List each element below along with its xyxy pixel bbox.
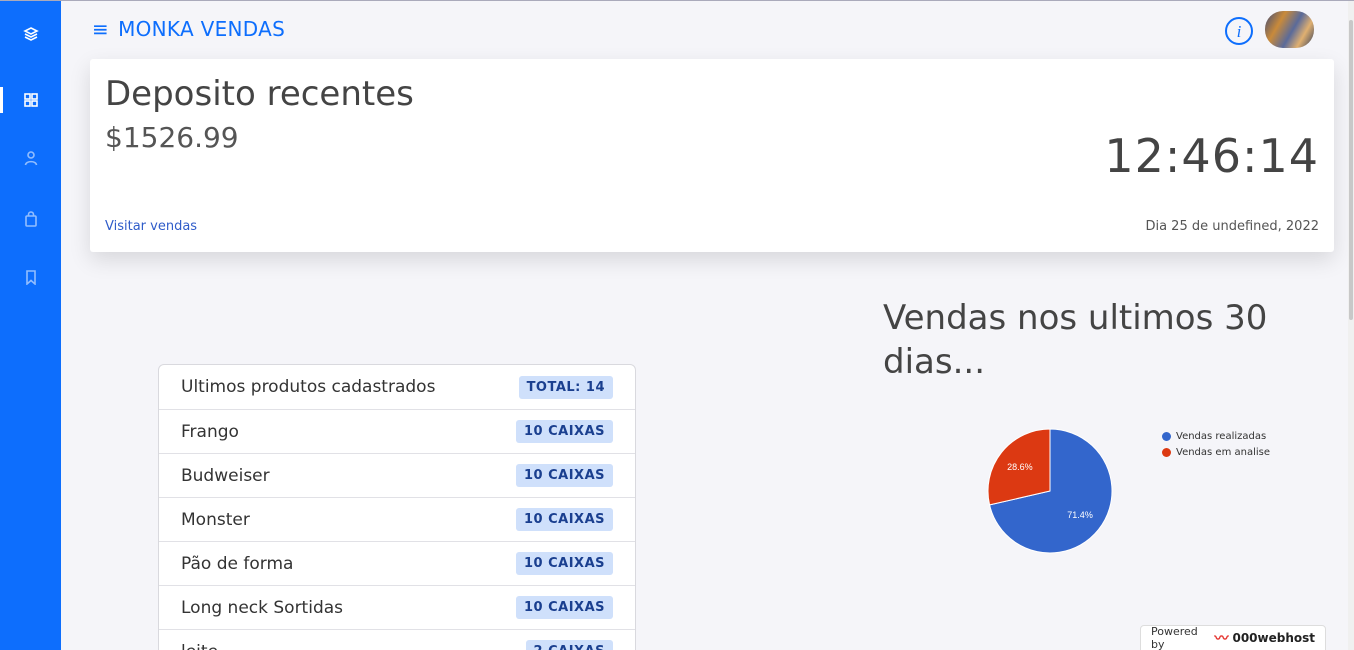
- chart-legend: Vendas realizadas Vendas em analise: [1162, 428, 1270, 460]
- list-item: leite 2 CAIXAS: [159, 629, 635, 650]
- sales-chart-title: Vendas nos ultimos 30 dias...: [883, 298, 1268, 382]
- bag-icon: [24, 211, 37, 227]
- quantity-badge: 2 CAIXAS: [525, 640, 613, 650]
- pie-slice-label: 71.4%: [1067, 510, 1093, 520]
- grid-icon: [23, 93, 38, 107]
- list-item: Monster 10 CAIXAS: [159, 497, 635, 541]
- list-header: Ultimos produtos cadastrados TOTAL: 14: [159, 365, 635, 409]
- host-name: 000webhost: [1232, 631, 1315, 645]
- menu-icon[interactable]: ≡: [92, 19, 109, 39]
- quantity-badge: 10 CAIXAS: [515, 464, 613, 487]
- bookmark-icon: [25, 270, 36, 285]
- legend-label: Vendas em analise: [1176, 446, 1271, 458]
- scrollbar-thumb[interactable]: [1349, 20, 1353, 320]
- deposit-card: Deposito recentes $1526.99 12:46:14 Visi…: [90, 59, 1334, 252]
- avatar[interactable]: [1265, 11, 1314, 48]
- list-item-label: Pão de forma: [181, 553, 294, 574]
- quantity-badge: 10 CAIXAS: [515, 596, 613, 619]
- sidebar-item-saved[interactable]: [0, 262, 61, 292]
- deposit-amount: $1526.99: [105, 121, 239, 154]
- powered-by-badge[interactable]: Powered by 〰 000webhost: [1140, 625, 1326, 650]
- legend-label: Vendas realizadas: [1176, 430, 1267, 442]
- layers-icon: [22, 27, 39, 41]
- list-item: Long neck Sortidas 10 CAIXAS: [159, 585, 635, 629]
- list-item-label: Monster: [181, 509, 250, 530]
- list-item: Frango 10 CAIXAS: [159, 409, 635, 453]
- user-icon: [24, 151, 37, 166]
- deposit-title: Deposito recentes: [105, 74, 414, 114]
- svg-text:i: i: [1237, 22, 1242, 41]
- powered-label: Powered by: [1151, 625, 1198, 650]
- legend-item: Vendas em analise: [1162, 444, 1270, 460]
- clock: 12:46:14: [1104, 129, 1319, 183]
- sidebar-item-users[interactable]: [0, 143, 61, 173]
- brand[interactable]: ≡ MONKA VENDAS: [92, 17, 285, 41]
- total-badge: TOTAL: 14: [518, 375, 613, 399]
- current-date: Dia 25 de undefined, 2022: [1145, 219, 1319, 234]
- sidebar: [0, 0, 61, 650]
- sidebar-item-dashboard[interactable]: [0, 85, 61, 115]
- scrollbar[interactable]: [1348, 0, 1354, 650]
- sidebar-item-home[interactable]: [0, 19, 61, 49]
- visit-sales-link[interactable]: Visitar vendas: [105, 219, 197, 234]
- list-item-label: Frango: [181, 421, 239, 442]
- list-item: Budweiser 10 CAIXAS: [159, 453, 635, 497]
- legend-dot: [1162, 447, 1171, 457]
- sales-pie-chart: 71.4% 28.6%: [987, 428, 1113, 554]
- sidebar-item-products[interactable]: [0, 204, 61, 234]
- list-item: Pão de forma 10 CAIXAS: [159, 541, 635, 585]
- info-icon[interactable]: i: [1224, 16, 1254, 46]
- list-item-label: Long neck Sortidas: [181, 597, 344, 618]
- list-item-label: leite: [181, 642, 218, 650]
- list-item-label: Budweiser: [181, 465, 270, 486]
- quantity-badge: 10 CAIXAS: [515, 508, 613, 531]
- quantity-badge: 10 CAIXAS: [515, 420, 613, 443]
- webhost-logo-icon: 〰: [1214, 631, 1229, 647]
- top-border: [0, 0, 1354, 1]
- legend-item: Vendas realizadas: [1162, 428, 1270, 444]
- pie-slice-label: 28.6%: [1007, 462, 1033, 472]
- brand-title: MONKA VENDAS: [118, 17, 286, 41]
- quantity-badge: 10 CAIXAS: [515, 552, 613, 575]
- list-header-label: Ultimos produtos cadastrados: [181, 377, 436, 397]
- legend-dot: [1162, 431, 1171, 441]
- products-list: Ultimos produtos cadastrados TOTAL: 14 F…: [158, 364, 636, 650]
